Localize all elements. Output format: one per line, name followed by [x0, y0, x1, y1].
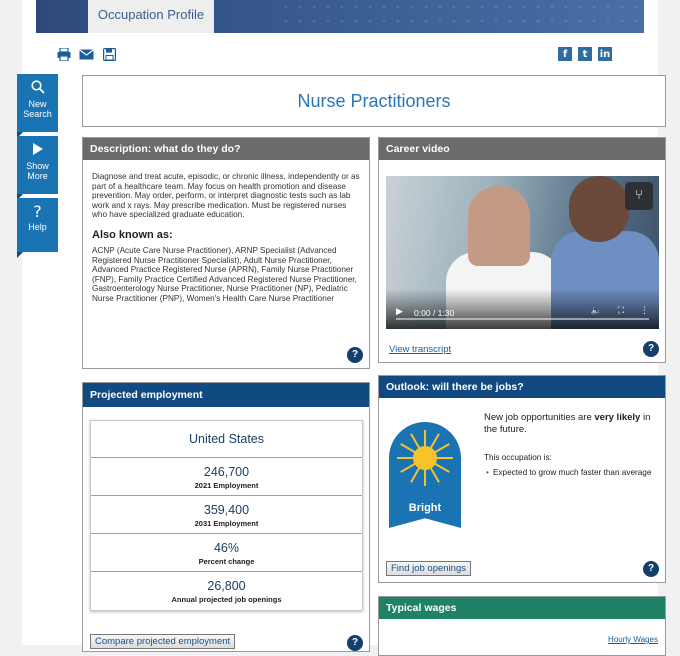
- share-icon[interactable]: ⑂: [625, 182, 653, 210]
- search-icon: [17, 80, 58, 97]
- description-heading: Description: what do they do?: [83, 138, 369, 160]
- career-video-panel: Career video ⑂ ▶ 0:00 / 1:30 🔈 ⛶ ⋮ View …: [378, 137, 666, 363]
- page-title-box: Nurse Practitioners: [82, 75, 666, 127]
- typical-wages-heading: Typical wages: [379, 597, 665, 619]
- twitter-icon[interactable]: t: [578, 47, 592, 61]
- projected-employment-heading: Projected employment: [83, 383, 369, 407]
- sidenav-label: New: [28, 99, 47, 109]
- side-nav: New Search Show More ? Help: [17, 74, 58, 258]
- video-help-icon[interactable]: ?: [643, 341, 659, 357]
- email-icon[interactable]: [79, 47, 94, 62]
- projected-help-icon[interactable]: ?: [347, 635, 363, 651]
- toolbar-actions: [56, 47, 117, 62]
- region-name: United States: [188, 432, 265, 446]
- outlook-bullet-text: Expected to grow much faster than averag…: [493, 468, 652, 477]
- bright-outlook-badge: Bright: [389, 422, 461, 528]
- sidenav-help[interactable]: ? Help: [17, 198, 58, 258]
- volume-icon[interactable]: 🔈: [590, 306, 601, 316]
- sidenav-label: Help: [28, 222, 47, 232]
- projected-row: 46% Percent change: [91, 534, 362, 572]
- sidenav-new-search[interactable]: New Search: [17, 74, 58, 138]
- page-title: Nurse Practitioners: [297, 91, 451, 111]
- outlook-text-bold: very likely: [594, 412, 641, 423]
- linkedin-icon[interactable]: in: [598, 47, 612, 61]
- employment-2031-value: 359,400: [203, 503, 250, 517]
- career-video-heading: Career video: [379, 138, 665, 160]
- sun-icon: [389, 422, 461, 494]
- projected-employment-card: United States 246,700 2021 Employment 35…: [90, 420, 363, 611]
- outlook-panel: Outlook: will there be jobs? Bright New …: [378, 375, 666, 583]
- description-panel: Description: what do they do? Diagnose a…: [82, 137, 370, 369]
- projected-employment-panel: Projected employment United States 246,7…: [82, 382, 370, 652]
- video-controls: ▶ 0:00 / 1:30 🔈 ⛶ ⋮: [386, 289, 659, 329]
- annual-openings-value: 26,800: [207, 579, 246, 593]
- annual-openings-label: Annual projected job openings: [171, 595, 282, 604]
- projected-row: 26,800 Annual projected job openings: [91, 572, 362, 610]
- fullscreen-icon[interactable]: ⛶: [618, 306, 624, 316]
- top-banner: Occupation Profile: [36, 0, 644, 33]
- compare-projected-employment-button[interactable]: Compare projected employment: [90, 634, 236, 649]
- more-options-icon[interactable]: ⋮: [640, 306, 649, 316]
- print-icon[interactable]: [56, 47, 71, 62]
- save-icon[interactable]: [102, 47, 117, 62]
- sidenav-show-more[interactable]: Show More: [17, 136, 58, 200]
- hourly-wages-link[interactable]: Hourly Wages: [608, 635, 658, 644]
- description-help-icon[interactable]: ?: [347, 347, 363, 363]
- video-player[interactable]: ⑂ ▶ 0:00 / 1:30 🔈 ⛶ ⋮: [386, 176, 659, 329]
- sidenav-label: More: [27, 171, 48, 181]
- percent-change-value: 46%: [213, 541, 240, 555]
- projected-row: 246,700 2021 Employment: [91, 458, 362, 496]
- sidenav-label: Show: [26, 161, 49, 171]
- bright-label: Bright: [408, 502, 442, 514]
- employment-2021-label: 2021 Employment: [194, 481, 259, 490]
- percent-change-label: Percent change: [198, 557, 255, 566]
- help-icon: ?: [33, 202, 42, 221]
- social-share: f t in: [558, 47, 612, 61]
- facebook-icon[interactable]: f: [558, 47, 572, 61]
- video-progress-bar[interactable]: [396, 318, 649, 320]
- projected-row: 359,400 2031 Employment: [91, 496, 362, 534]
- aka-text: ACNP (Acute Care Nurse Practitioner), AR…: [92, 245, 357, 303]
- video-doctor-head: [468, 186, 530, 266]
- sidenav-label: Search: [23, 109, 52, 119]
- tab-occupation-profile[interactable]: Occupation Profile: [88, 0, 214, 33]
- video-controls-right: 🔈 ⛶ ⋮: [590, 306, 649, 316]
- outlook-sub: This occupation is:: [484, 453, 552, 462]
- outlook-heading: Outlook: will there be jobs?: [379, 376, 665, 398]
- outlook-text-pre: New job opportunities are: [484, 412, 595, 423]
- outlook-help-icon[interactable]: ?: [643, 561, 659, 577]
- typical-wages-panel: Typical wages Hourly Wages: [378, 596, 666, 656]
- projected-region: United States: [91, 421, 362, 458]
- outlook-summary: New job opportunities are very likely in…: [484, 412, 659, 436]
- description-text: Diagnose and treat acute, episodic, or c…: [92, 172, 360, 220]
- video-time: 0:00 / 1:30: [414, 308, 455, 318]
- video-nurse-head: [569, 176, 629, 242]
- view-transcript-link[interactable]: View transcript: [389, 344, 451, 355]
- banner-pattern: [279, 0, 644, 33]
- employment-2021-value: 246,700: [203, 465, 250, 479]
- sun-core: [413, 446, 437, 470]
- aka-heading: Also known as:: [92, 228, 173, 241]
- find-job-openings-button[interactable]: Find job openings: [386, 561, 471, 576]
- bullet-dot-icon: •: [486, 468, 489, 477]
- page: Occupation Profile f t in Nurse Practiti…: [22, 0, 666, 656]
- employment-2031-label: 2031 Employment: [194, 519, 259, 528]
- outlook-bullet: • Expected to grow much faster than aver…: [486, 467, 659, 478]
- play-icon: [17, 142, 58, 159]
- play-icon[interactable]: ▶: [396, 307, 403, 317]
